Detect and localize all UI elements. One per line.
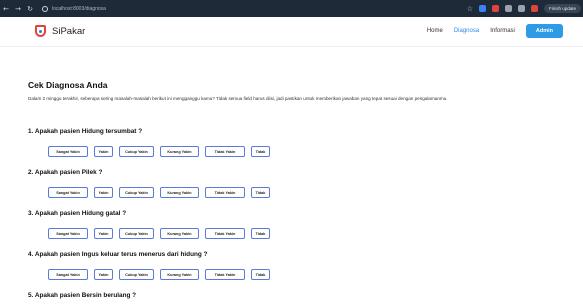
- address-bar[interactable]: localhost:8003/diagnosa: [52, 6, 106, 12]
- option-tidak-button[interactable]: Tidak: [251, 228, 270, 239]
- page-title: Cek Diagnosa Anda: [28, 80, 108, 90]
- answer-options: Sangat Yakin Yakin Cukup Yakin Kurang Ya…: [48, 269, 270, 280]
- back-icon[interactable]: ←: [0, 5, 12, 13]
- option-cukup-yakin-button[interactable]: Cukup Yakin: [119, 187, 154, 198]
- option-cukup-yakin-button[interactable]: Cukup Yakin: [119, 146, 154, 157]
- reload-icon[interactable]: ↻: [24, 5, 36, 13]
- browser-toolbar: ← → ↻ localhost:8003/diagnosa ☆ Finish u…: [0, 0, 583, 17]
- option-kurang-yakin-button[interactable]: Kurang Yakin: [160, 187, 199, 198]
- option-tidak-button[interactable]: Tidak: [251, 269, 270, 280]
- extension-icon[interactable]: [517, 5, 525, 12]
- option-yakin-button[interactable]: Yakin: [94, 187, 113, 198]
- option-yakin-button[interactable]: Yakin: [94, 269, 113, 280]
- answer-options: Sangat Yakin Yakin Cukup Yakin Kurang Ya…: [48, 187, 270, 198]
- shield-logo-icon: [35, 25, 46, 37]
- option-yakin-button[interactable]: Yakin: [94, 228, 113, 239]
- option-sangat-yakin-button[interactable]: Sangat Yakin: [48, 187, 88, 198]
- question-title: 1. Apakah pasien Hidung tersumbat ?: [28, 128, 143, 135]
- navbar: SiPakar Home Diagnosa Informasi Admin: [0, 17, 583, 47]
- answer-options: Sangat Yakin Yakin Cukup Yakin Kurang Ya…: [48, 146, 270, 157]
- extension-icon[interactable]: [491, 5, 499, 12]
- question-title: 2. Apakah pasien Pilek ?: [28, 169, 103, 176]
- page-description: Dalam 2 minggu terakhir, seberapa sering…: [28, 96, 448, 101]
- diagnosa-intro: Cek Diagnosa Anda Dalam 2 minggu terakhi…: [28, 80, 558, 102]
- admin-button[interactable]: Admin: [525, 24, 563, 38]
- finish-update-button[interactable]: Finish update: [543, 4, 581, 13]
- site-info-icon[interactable]: [42, 5, 48, 12]
- option-kurang-yakin-button[interactable]: Kurang Yakin: [160, 228, 199, 239]
- nav-link-informasi[interactable]: Informasi: [490, 28, 515, 34]
- extension-icon[interactable]: [504, 5, 512, 12]
- option-tidak-yakin-button[interactable]: Tidak Yakin: [205, 187, 245, 198]
- nav-link-home[interactable]: Home: [427, 28, 443, 34]
- option-tidak-button[interactable]: Tidak: [251, 187, 270, 198]
- option-yakin-button[interactable]: Yakin: [94, 146, 113, 157]
- brand-name: SiPakar: [52, 25, 86, 37]
- answer-options: Sangat Yakin Yakin Cukup Yakin Kurang Ya…: [48, 228, 270, 239]
- question-title: 5. Apakah pasien Bersin berulang ?: [28, 292, 137, 299]
- question-title: 4. Apakah pasien Ingus keluar terus mene…: [28, 251, 208, 258]
- option-cukup-yakin-button[interactable]: Cukup Yakin: [119, 269, 154, 280]
- option-cukup-yakin-button[interactable]: Cukup Yakin: [119, 228, 154, 239]
- option-tidak-yakin-button[interactable]: Tidak Yakin: [205, 146, 245, 157]
- profile-icon[interactable]: [530, 5, 538, 12]
- forward-icon[interactable]: →: [12, 5, 24, 13]
- brand[interactable]: SiPakar: [35, 25, 85, 37]
- nav-menu: Home Diagnosa Informasi Admin: [427, 24, 563, 38]
- bookmark-star-icon[interactable]: ☆: [467, 5, 473, 13]
- option-tidak-yakin-button[interactable]: Tidak Yakin: [205, 269, 245, 280]
- option-sangat-yakin-button[interactable]: Sangat Yakin: [48, 228, 88, 239]
- extension-icon[interactable]: [478, 5, 486, 12]
- option-kurang-yakin-button[interactable]: Kurang Yakin: [160, 146, 199, 157]
- option-kurang-yakin-button[interactable]: Kurang Yakin: [160, 269, 199, 280]
- option-tidak-button[interactable]: Tidak: [251, 146, 270, 157]
- nav-link-diagnosa[interactable]: Diagnosa: [454, 28, 479, 34]
- option-tidak-yakin-button[interactable]: Tidak Yakin: [205, 228, 245, 239]
- option-sangat-yakin-button[interactable]: Sangat Yakin: [48, 146, 88, 157]
- option-sangat-yakin-button[interactable]: Sangat Yakin: [48, 269, 88, 280]
- question-title: 3. Apakah pasien Hidung gatal ?: [28, 210, 127, 217]
